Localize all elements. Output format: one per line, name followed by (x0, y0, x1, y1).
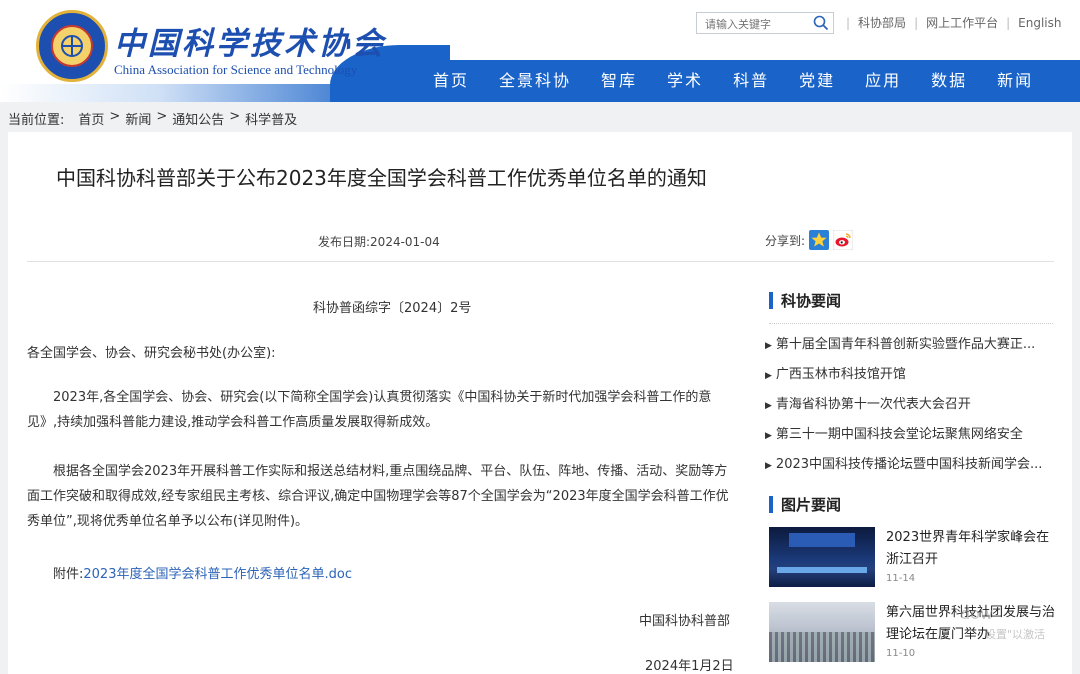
pic-news-thumbnail[interactable] (769, 602, 875, 662)
nav-think-tank[interactable]: 智库 (586, 60, 652, 102)
share-label: 分享到: (765, 233, 806, 248)
pic-news-date: 11-14 (886, 573, 916, 584)
activation-watermark: dow (960, 604, 994, 623)
qzone-star-icon[interactable] (809, 230, 830, 250)
breadcrumb-science-popularization[interactable]: 科学普及 (245, 109, 297, 128)
news-item[interactable]: ▶ 第三十一期中国科技会堂论坛聚焦网络安全 (765, 420, 1055, 450)
link-english[interactable]: English (1018, 16, 1061, 30)
search-icon[interactable] (813, 15, 829, 31)
news-item[interactable]: ▶ 2023中国科技传播论坛暨中国科技新闻学会... (765, 450, 1055, 480)
nav-home[interactable]: 首页 (418, 60, 484, 102)
pic-news-thumbnail[interactable] (769, 527, 875, 587)
salutation: 各全国学会、协会、研究会秘书处(办公室): (27, 346, 276, 361)
paragraph-2: 根据各全国学会2023年开展科普工作实际和报送总结材料,重点围绕品牌、平台、队伍… (27, 464, 729, 529)
title-divider (27, 261, 1054, 262)
breadcrumb-home[interactable]: 首页 (78, 109, 104, 128)
content-card: 中国科协科普部关于公布2023年度全国学会科普工作优秀单位名单的通知 发布日期:… (8, 132, 1072, 674)
signature: 中国科协科普部 (639, 614, 731, 629)
sidebar-news-heading: 科协要闻 (769, 290, 841, 311)
publish-date: 发布日期:2024-01-04 (318, 235, 440, 249)
logo[interactable]: 中国科学技术协会 China Association for Science a… (0, 0, 405, 102)
sidebar-pics-heading: 图片要闻 (769, 494, 841, 515)
nav-academic[interactable]: 学术 (652, 60, 718, 102)
news-item[interactable]: ▶ 青海省科协第十一次代表大会召开 (765, 390, 1055, 420)
paragraph-1: 2023年,各全国学会、协会、研究会(以下简称全国学会)认真贯彻落实《中国科协关… (27, 390, 712, 430)
top-links: | 科协部局 | 网上工作平台 | English (846, 14, 1062, 31)
document-number: 科协普函综字〔2024〕2号 (313, 301, 472, 316)
breadcrumb-news[interactable]: 新闻 (125, 109, 151, 128)
nav-popular-science[interactable]: 科普 (718, 60, 784, 102)
attachment-label: 附件: (53, 567, 84, 582)
link-online-platform[interactable]: 网上工作平台 (926, 14, 998, 31)
nav-application[interactable]: 应用 (850, 60, 916, 102)
nav-party[interactable]: 党建 (784, 60, 850, 102)
logo-english-name: China Association for Science and Techno… (114, 62, 358, 77)
attachment-link[interactable]: 2023年度全国学会科普工作优秀单位名单.doc (83, 567, 352, 582)
main-nav: 首页 全景科协 智库 学术 科普 党建 应用 数据 新闻 (418, 60, 1048, 102)
nav-news[interactable]: 新闻 (982, 60, 1048, 102)
breadcrumb-label: 当前位置: (8, 113, 65, 128)
pic-news-date: 11-10 (886, 648, 916, 659)
site-header: 中国科学技术协会 China Association for Science a… (0, 0, 1080, 102)
pic-news-item[interactable]: 2023世界青年科学家峰会在浙江召开 11-14 (769, 527, 1059, 587)
weibo-icon[interactable] (833, 230, 854, 250)
breadcrumb: 当前位置: 首页 > 新闻 > 通知公告 > 科学普及 (8, 109, 298, 128)
search-input[interactable] (697, 14, 807, 35)
sidebar-divider (769, 323, 1053, 324)
share-bar: 分享到: (765, 230, 854, 250)
news-list: ▶ 第十届全国青年科普创新实验暨作品大赛正... ▶ 广西玉林市科技馆开馆 ▶ 青海省… (765, 330, 1055, 480)
article-title: 中国科协科普部关于公布2023年度全国学会科普工作优秀单位名单的通知 (56, 166, 707, 190)
signature-date: 2024年1月2日 (645, 659, 734, 674)
logo-chinese-name: 中国科学技术协会 (114, 26, 386, 62)
nav-panorama[interactable]: 全景科协 (484, 60, 586, 102)
pic-news-title[interactable]: 2023世界青年科学家峰会在浙江召开 (886, 527, 1056, 571)
attachment: 附件:2023年度全国学会科普工作优秀单位名单.doc (53, 563, 352, 582)
activation-watermark-subtext: 设置"以激活 (985, 628, 1046, 641)
nav-data[interactable]: 数据 (916, 60, 982, 102)
breadcrumb-notices[interactable]: 通知公告 (172, 109, 224, 128)
cast-emblem-icon (36, 10, 108, 82)
search-box (696, 12, 834, 35)
news-item[interactable]: ▶ 第十届全国青年科普创新实验暨作品大赛正... (765, 330, 1055, 360)
link-departments[interactable]: 科协部局 (858, 14, 906, 31)
news-item[interactable]: ▶ 广西玉林市科技馆开馆 (765, 360, 1055, 390)
